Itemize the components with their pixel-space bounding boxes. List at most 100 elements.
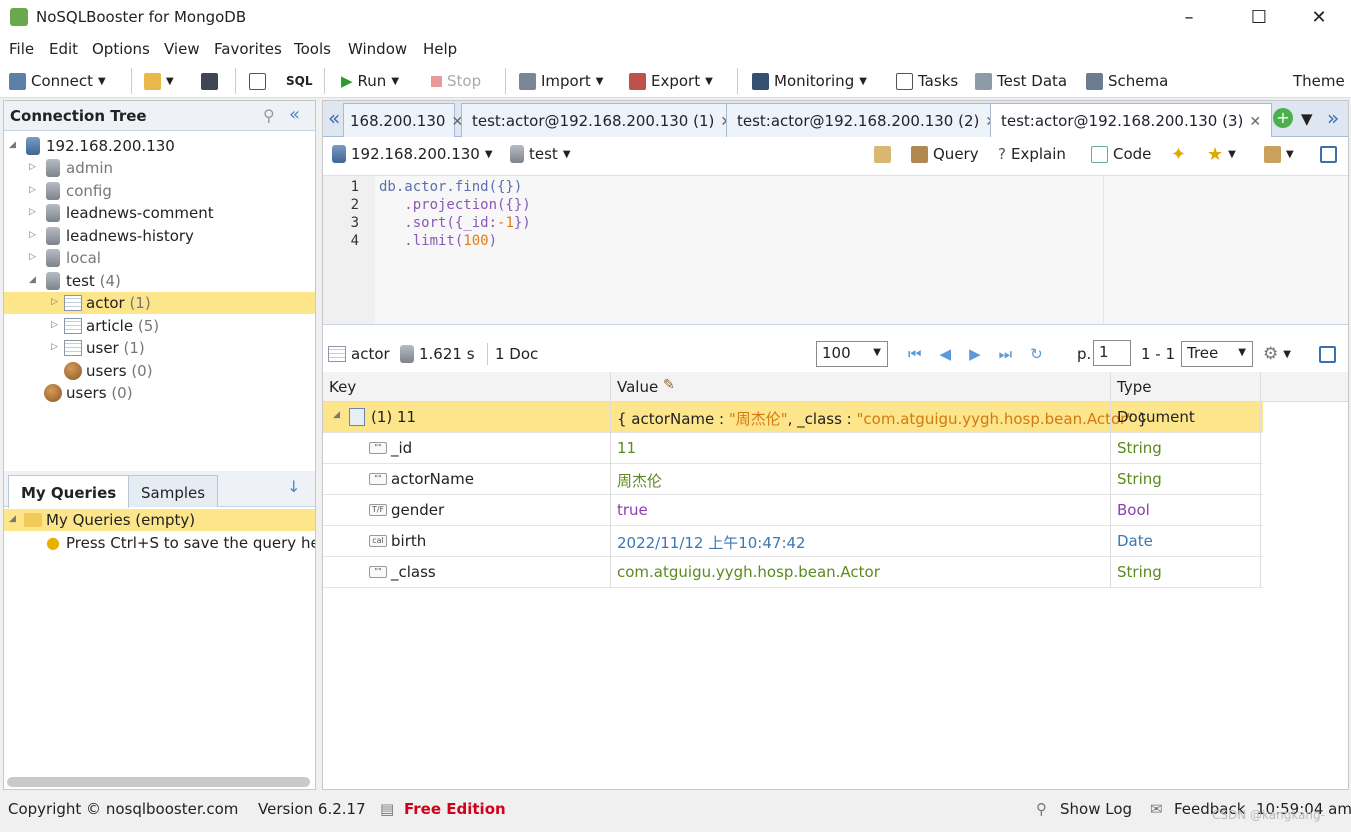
tree-db-config[interactable]: ▷ config (4, 180, 315, 202)
search-icon[interactable]: ⚲ (263, 106, 275, 125)
menu-favorites[interactable]: Favorites (214, 40, 282, 58)
next-page-icon[interactable]: ▶ (969, 345, 981, 363)
minimize-button[interactable]: – (1166, 4, 1212, 32)
menu-tools[interactable]: Tools (294, 40, 331, 58)
menu-edit[interactable]: Edit (49, 40, 78, 58)
table-row[interactable]: T/F gender true Bool (323, 495, 1263, 526)
maximize-editor-button[interactable] (1320, 143, 1337, 165)
sql-button[interactable]: SQL (286, 70, 313, 92)
favorites-button[interactable]: ★ ▼ (1207, 143, 1236, 165)
database-icon (46, 227, 60, 245)
show-log-button[interactable]: Show Log (1060, 800, 1132, 818)
menu-window[interactable]: Window (348, 40, 407, 58)
expand-down-icon[interactable]: ↓ (287, 477, 300, 496)
tab-query-3[interactable]: test:actor@192.168.200.130 (3) ✕ (990, 103, 1273, 138)
tree-db-leadnews-history[interactable]: ▷ leadnews-history (4, 225, 315, 247)
theme-button[interactable]: Theme (1293, 70, 1345, 92)
lock-button[interactable] (874, 143, 891, 165)
maximize-result-button[interactable] (1319, 343, 1336, 365)
scroll-tabs-right-icon[interactable]: » (1327, 106, 1339, 130)
tree-db-leadnews-comment[interactable]: ▷ leadnews-comment (4, 202, 315, 224)
code-editor[interactable]: 1 2 3 4 db.actor.find({}) .projection({}… (323, 175, 1348, 325)
save-button[interactable] (201, 70, 218, 92)
tasks-button[interactable]: Tasks (896, 70, 958, 92)
stop-button[interactable]: Stop (431, 70, 481, 92)
connect-button[interactable]: Connect ▼ (9, 70, 106, 92)
last-page-icon[interactable]: ⏭ (999, 345, 1013, 363)
result-settings-button[interactable]: ⚙ ▼ (1263, 343, 1291, 365)
tree-server[interactable]: ◢ 192.168.200.130 (4, 135, 315, 157)
cart-icon: ▤ (380, 800, 395, 818)
tree-db-test[interactable]: ◢ test (4) (4, 270, 315, 292)
schema-button[interactable]: Schema (1086, 70, 1168, 92)
tree-db-users[interactable]: users (0) (4, 360, 315, 382)
database-icon (46, 159, 60, 177)
document-icon (349, 408, 365, 426)
refresh-icon[interactable]: ↻ (1030, 345, 1043, 363)
tree-db-local[interactable]: ▷ local (4, 247, 315, 269)
database-selector[interactable]: test ▼ (510, 143, 571, 165)
maximize-button[interactable]: ☐ (1236, 4, 1282, 32)
first-page-icon[interactable]: ⏮ (908, 345, 922, 363)
table-row[interactable]: cal birth 2022/11/12 上午10:47:42 Date (323, 526, 1263, 557)
edition-link[interactable]: Free Edition (404, 800, 506, 818)
export-button[interactable]: Export ▼ (629, 70, 713, 92)
connect-icon (9, 72, 26, 90)
monitoring-button[interactable]: Monitoring ▼ (752, 70, 867, 92)
page-size-select[interactable]: 100 ▼ (816, 341, 888, 367)
test-data-button[interactable]: Test Data (975, 70, 1067, 92)
tree-server-users[interactable]: users (0) (4, 382, 315, 404)
table-row[interactable]: "" _class com.atguigu.yygh.hosp.bean.Act… (323, 557, 1263, 588)
scroll-tabs-left-icon[interactable]: « (328, 106, 340, 130)
tree-collection-article[interactable]: ▷ article (5) (4, 315, 315, 337)
table-row[interactable]: "" _id 11 String (323, 433, 1263, 464)
table-row[interactable]: "" actorName 周杰伦 String (323, 464, 1263, 495)
view-mode-select[interactable]: Tree ▼ (1181, 341, 1253, 367)
tabs-menu-icon[interactable]: ▼ (1301, 110, 1313, 128)
menu-file[interactable]: File (9, 40, 34, 58)
tree-db-admin[interactable]: ▷ admin (4, 157, 315, 179)
export-icon (629, 72, 646, 90)
table-row-document[interactable]: ◢ (1) 11 { actorName : "周杰伦", _class : "… (323, 402, 1263, 433)
pager: ⏮ ◀ ▶ ⏭ ↻ (908, 343, 1043, 365)
close-tab-icon[interactable]: ✕ (1249, 114, 1261, 130)
my-queries-hint: ● Press Ctrl+S to save the query here (46, 533, 315, 552)
column-value[interactable]: Value (617, 378, 658, 396)
add-tab-icon[interactable]: + (1273, 108, 1293, 128)
open-button[interactable]: ▼ (144, 70, 174, 92)
column-type[interactable]: Type (1117, 378, 1151, 396)
import-button[interactable]: Import ▼ (519, 70, 604, 92)
copyright-text[interactable]: Copyright © nosqlbooster.com (8, 800, 238, 818)
query-button[interactable]: Query (911, 143, 979, 165)
gear-icon: ⚙ (1263, 344, 1279, 364)
code-button[interactable]: Code (1091, 143, 1151, 165)
column-key[interactable]: Key (329, 378, 356, 396)
server-selector[interactable]: 192.168.200.130 ▼ (332, 143, 493, 165)
tab-samples[interactable]: Samples (128, 475, 219, 507)
page-input[interactable]: 1 (1093, 340, 1131, 366)
tab-query-2[interactable]: test:actor@192.168.200.130 (2)✕ (726, 103, 1009, 137)
tab-query-0[interactable]: 168.200.130 ✕ (343, 103, 463, 137)
my-queries-root[interactable]: ◢ My Queries (empty) (4, 509, 315, 531)
explain-button[interactable]: ? Explain (998, 143, 1066, 165)
run-button[interactable]: ▶ Run ▼ (341, 70, 399, 92)
query-toolbar: 192.168.200.130 ▼ test ▼ Query ? Explain Co… (323, 137, 1348, 175)
menu-help[interactable]: Help (423, 40, 457, 58)
users-icon (44, 384, 62, 402)
server-icon (332, 145, 346, 163)
tab-my-queries[interactable]: My Queries (8, 475, 130, 508)
menu-options[interactable]: Options (92, 40, 150, 58)
collapse-left-icon[interactable]: « (289, 104, 300, 125)
shell-button[interactable] (249, 70, 266, 92)
close-button[interactable]: ✕ (1296, 4, 1342, 32)
add-favorite-button[interactable]: ✦ (1171, 143, 1186, 165)
horizontal-scrollbar[interactable] (7, 777, 310, 787)
collection-icon (64, 318, 82, 334)
menu-view[interactable]: View (164, 40, 200, 58)
tree-collection-user[interactable]: ▷ user (1) (4, 337, 315, 359)
tab-query-1[interactable]: test:actor@192.168.200.130 (1)✕ (461, 103, 744, 137)
maximize-icon (1320, 145, 1337, 163)
prev-page-icon[interactable]: ◀ (940, 345, 952, 363)
tree-collection-actor[interactable]: ▷ actor (1) (4, 292, 315, 314)
snippet-button[interactable]: ▼ (1264, 143, 1294, 165)
